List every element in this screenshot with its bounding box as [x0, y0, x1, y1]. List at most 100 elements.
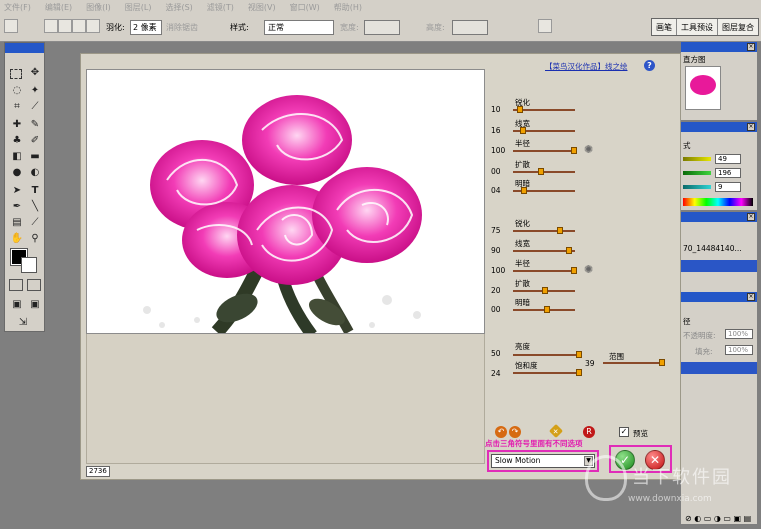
- histogram-tab[interactable]: 直方图: [683, 54, 706, 65]
- selection-add-icon[interactable]: [58, 19, 72, 33]
- preview-checkbox[interactable]: ✓: [619, 427, 629, 437]
- undo-arrow-icon[interactable]: ↶: [495, 426, 507, 438]
- healing-brush-icon[interactable]: ✚: [9, 117, 25, 133]
- range-slider[interactable]: [603, 359, 665, 366]
- group1-param-slider[interactable]: [513, 106, 575, 113]
- selection-intersect-icon[interactable]: [86, 19, 100, 33]
- credit-link[interactable]: 【菜鸟汉化作品】线之绘: [545, 61, 628, 72]
- lasso-tool-icon[interactable]: ◌: [9, 83, 25, 99]
- slider-thumb[interactable]: [570, 267, 577, 274]
- close-icon[interactable]: ×: [747, 123, 755, 131]
- randomize-icon[interactable]: +: [548, 423, 564, 439]
- help-button[interactable]: ?: [644, 60, 655, 71]
- marquee-tool-preset-icon[interactable]: [4, 19, 18, 33]
- clone-stamp-icon[interactable]: ♣: [9, 133, 25, 149]
- antialias-checkbox[interactable]: 消除锯齿: [166, 20, 198, 35]
- line-tool-icon[interactable]: ╲: [27, 199, 43, 215]
- menu-item[interactable]: 视图(V): [248, 2, 276, 13]
- standard-mode-icon[interactable]: [9, 279, 23, 291]
- slider-thumb[interactable]: [542, 287, 549, 294]
- group2-param-slider[interactable]: [513, 247, 575, 254]
- style-select[interactable]: 正常: [264, 20, 334, 35]
- move-tool-icon[interactable]: ✥: [27, 65, 43, 81]
- width-input[interactable]: [364, 20, 400, 35]
- menu-item[interactable]: 选择(S): [165, 2, 192, 13]
- slider-thumb[interactable]: [519, 127, 526, 134]
- group2-param-slider[interactable]: [513, 306, 575, 313]
- blue-value-field[interactable]: 9: [715, 182, 741, 192]
- slider-thumb[interactable]: [521, 187, 528, 194]
- slider-thumb[interactable]: [557, 227, 564, 234]
- group1-param-slider[interactable]: [513, 127, 575, 134]
- selection-subtract-icon[interactable]: [72, 19, 86, 33]
- group1-param-slider[interactable]: [513, 168, 575, 175]
- slider-thumb[interactable]: [537, 168, 544, 175]
- group2-param-slider[interactable]: [513, 267, 577, 274]
- eyedropper-tool-icon[interactable]: ⟋: [27, 215, 43, 231]
- background-color-swatch[interactable]: [21, 257, 37, 273]
- fill-field[interactable]: 100%: [725, 345, 753, 355]
- saturation-slider[interactable]: [513, 369, 582, 376]
- red-slider-bar[interactable]: [683, 157, 711, 161]
- blur-tool-icon[interactable]: ●: [9, 165, 25, 181]
- opacity-field[interactable]: 100%: [725, 329, 753, 339]
- dodge-tool-icon[interactable]: ◐: [27, 165, 43, 181]
- hand-tool-icon[interactable]: ✋: [9, 231, 25, 247]
- height-input[interactable]: [452, 20, 488, 35]
- selection-new-icon[interactable]: [44, 19, 58, 33]
- jump-to-imageready-icon[interactable]: ⇲: [15, 315, 31, 331]
- group2-param-slider[interactable]: [513, 227, 575, 234]
- slider-thumb[interactable]: [544, 306, 551, 313]
- marquee-tool-icon[interactable]: [10, 69, 22, 79]
- group1-param-slider[interactable]: [513, 147, 577, 154]
- radius-gear-icon[interactable]: ✺: [584, 144, 595, 155]
- radius-gear-icon[interactable]: ✺: [584, 264, 595, 275]
- slice-tool-icon[interactable]: ⟋: [27, 99, 43, 115]
- history-brush-icon[interactable]: ✐: [27, 133, 43, 149]
- slider-thumb[interactable]: [566, 247, 573, 254]
- brush-tool-icon[interactable]: ✎: [27, 117, 43, 133]
- menu-item[interactable]: 文件(F): [4, 2, 31, 13]
- type-tool-icon[interactable]: T: [27, 183, 43, 199]
- slider-thumb[interactable]: [575, 369, 582, 376]
- gradient-tool-icon[interactable]: ▬: [27, 149, 43, 165]
- menu-item[interactable]: 窗口(W): [290, 2, 320, 13]
- group2-param-slider[interactable]: [513, 287, 575, 294]
- quickmask-mode-icon[interactable]: [27, 279, 41, 291]
- close-icon[interactable]: ×: [747, 293, 755, 301]
- crop-tool-icon[interactable]: ⌗: [9, 99, 25, 115]
- printer-icon[interactable]: [538, 19, 552, 33]
- blue-slider-bar[interactable]: [683, 185, 711, 189]
- color-ramp[interactable]: [683, 198, 753, 206]
- close-icon[interactable]: ×: [747, 43, 755, 51]
- eraser-tool-icon[interactable]: ◧: [9, 149, 25, 165]
- menu-item[interactable]: 帮助(H): [334, 2, 362, 13]
- menu-item[interactable]: 编辑(E): [45, 2, 72, 13]
- layer-row-selected[interactable]: [681, 362, 757, 374]
- slider-thumb[interactable]: [658, 359, 665, 366]
- menu-item[interactable]: 滤镜(T): [207, 2, 234, 13]
- panel-well-tool-presets[interactable]: 工具预设: [677, 19, 718, 35]
- preview-canvas[interactable]: [86, 69, 485, 334]
- history-snapshot-item[interactable]: 70_14484140...: [683, 244, 742, 253]
- slider-thumb[interactable]: [516, 106, 523, 113]
- slider-thumb[interactable]: [575, 351, 582, 358]
- pen-tool-icon[interactable]: ✒: [9, 199, 25, 215]
- history-selected-row[interactable]: [681, 260, 757, 272]
- feather-input[interactable]: 2 像素: [130, 20, 162, 35]
- group1-param-slider[interactable]: [513, 187, 575, 194]
- reset-icon[interactable]: R: [583, 426, 595, 438]
- brightness-slider[interactable]: [513, 351, 582, 358]
- green-value-field[interactable]: 196: [715, 168, 741, 178]
- zoom-tool-icon[interactable]: ⚲: [27, 231, 43, 247]
- slider-thumb[interactable]: [570, 147, 577, 154]
- menu-item[interactable]: 图层(L): [125, 2, 152, 13]
- path-select-icon[interactable]: ➤: [9, 183, 25, 199]
- redo-arrow-icon[interactable]: ↷: [509, 426, 521, 438]
- fullscreen-mode-icon[interactable]: ▣: [27, 297, 43, 313]
- color-tab[interactable]: 式: [683, 140, 691, 151]
- screen-mode-icon[interactable]: ▣: [9, 297, 25, 313]
- effect-select[interactable]: Slow Motion ▼: [491, 454, 595, 468]
- menu-item[interactable]: 图像(I): [86, 2, 111, 13]
- close-icon[interactable]: ×: [747, 213, 755, 221]
